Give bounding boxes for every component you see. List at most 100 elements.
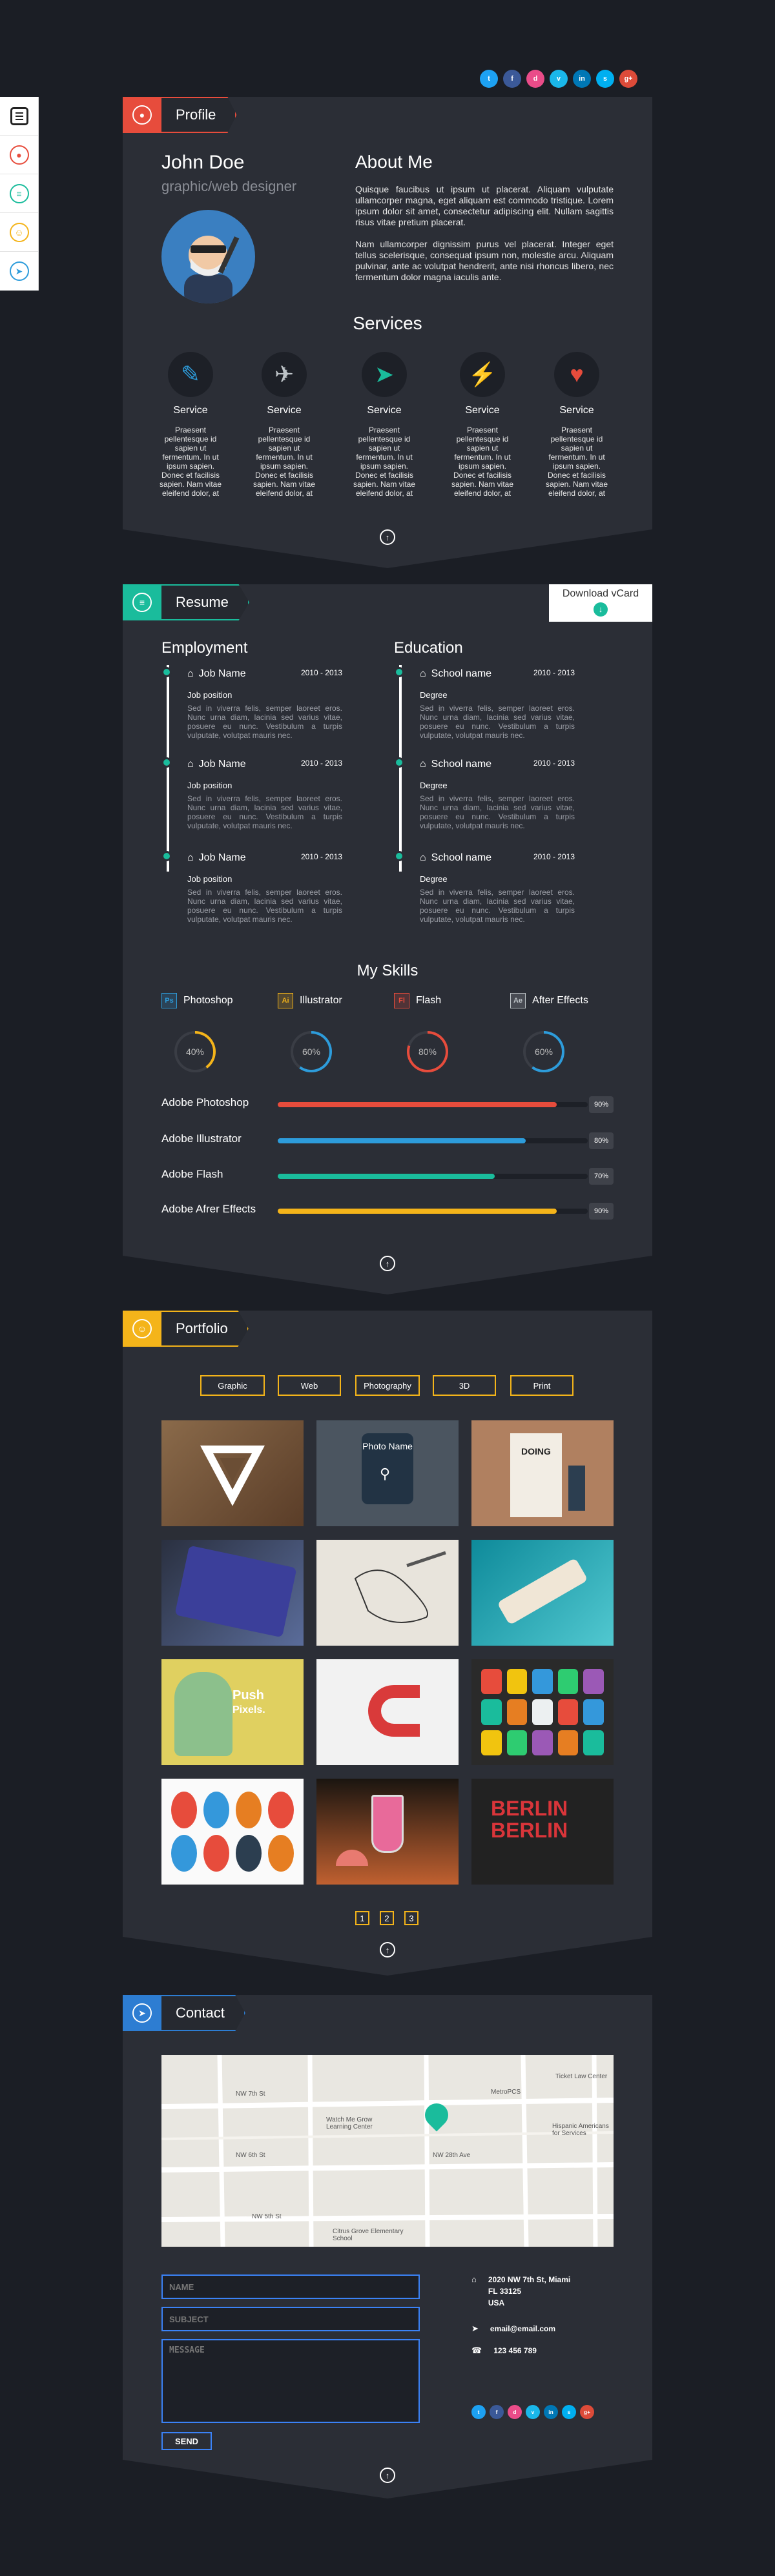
- dribbble-icon[interactable]: d: [508, 2405, 522, 2419]
- skill-ring-inner: 40%: [177, 1034, 213, 1070]
- google-plus-icon[interactable]: g+: [580, 2405, 594, 2419]
- skill-bar: [278, 1138, 588, 1143]
- filter-print[interactable]: Print: [510, 1375, 574, 1396]
- entry-subtitle: Degree: [420, 690, 448, 700]
- entry-head: ⌂ School name 2010 - 2013: [420, 759, 575, 770]
- page-3[interactable]: 3: [404, 1911, 418, 1925]
- skype-icon[interactable]: s: [596, 70, 614, 88]
- service-item: ➤ Service Praesent pellentesque id sapien …: [349, 352, 420, 498]
- brush-icon: ✎: [168, 352, 213, 397]
- twitter-icon[interactable]: t: [471, 2405, 486, 2419]
- heart-icon: ♥: [554, 352, 599, 397]
- contact-email: ➤ email@email.com: [471, 2323, 555, 2335]
- entry-subtitle: Job position: [187, 690, 232, 700]
- entry-years: 2010 - 2013: [533, 852, 575, 861]
- portfolio-item[interactable]: DOING: [471, 1420, 614, 1526]
- phone-text: 123 456 789: [493, 2346, 537, 2355]
- portfolio-item[interactable]: [161, 1779, 304, 1885]
- rocket-icon: ✈: [262, 352, 307, 397]
- portfolio-item-hover[interactable]: Photo Name ⚲: [316, 1420, 459, 1526]
- portfolio-item[interactable]: [471, 1659, 614, 1765]
- twitter-icon[interactable]: t: [480, 70, 498, 88]
- profile-tab: ● Profile: [123, 97, 237, 133]
- download-vcard-button[interactable]: Download vCard ↓: [549, 584, 652, 622]
- home-icon: ⌂: [420, 668, 426, 679]
- entry-years: 2010 - 2013: [300, 668, 342, 677]
- map-label: Ticket Law Center: [555, 2073, 608, 2080]
- linkedin-icon[interactable]: in: [544, 2405, 558, 2419]
- service-desc: Praesent pellentesque id sapien ut ferme…: [353, 425, 416, 498]
- entry-subtitle: Job position: [187, 874, 232, 884]
- about-text-2: Nam ullamcorper dignissim purus vel plac…: [355, 239, 614, 282]
- nav-contact[interactable]: ➤: [0, 252, 38, 291]
- scroll-up-button[interactable]: ↑: [380, 2468, 395, 2483]
- scroll-up-button[interactable]: ↑: [380, 1256, 395, 1271]
- linkedin-icon[interactable]: in: [573, 70, 591, 88]
- page-2[interactable]: 2: [380, 1911, 394, 1925]
- map-label: Watch Me Grow Learning Center: [326, 2116, 373, 2131]
- push-text: Push: [232, 1688, 264, 1702]
- portfolio-item[interactable]: [316, 1540, 459, 1646]
- entry-head: ⌂ Job Name 2010 - 2013: [187, 668, 342, 680]
- tool-logo-icon: Ai: [278, 993, 293, 1008]
- vimeo-icon[interactable]: v: [526, 2405, 540, 2419]
- portfolio-item[interactable]: BERLIN BERLIN: [471, 1779, 614, 1885]
- page-1[interactable]: 1: [355, 1911, 369, 1925]
- nav-portfolio[interactable]: ☺: [0, 213, 38, 252]
- message-input[interactable]: [161, 2339, 420, 2423]
- google-plus-icon[interactable]: g+: [619, 70, 637, 88]
- portfolio-item[interactable]: Push Pixels.: [161, 1659, 304, 1765]
- facebook-icon[interactable]: f: [490, 2405, 504, 2419]
- portfolio-tab: ☺ Portfolio: [123, 1311, 249, 1347]
- entry-years: 2010 - 2013: [533, 759, 575, 768]
- skill-bar-value: 90%: [589, 1203, 614, 1220]
- scroll-up-button[interactable]: ↑: [380, 1942, 395, 1958]
- entry-years: 2010 - 2013: [300, 759, 342, 768]
- service-desc: Praesent pellentesque id sapien ut ferme…: [451, 425, 514, 498]
- timeline-dot: [394, 667, 404, 677]
- service-desc: Praesent pellentesque id sapien ut ferme…: [159, 425, 222, 498]
- portfolio-item[interactable]: [161, 1540, 304, 1646]
- portfolio-item[interactable]: [471, 1540, 614, 1646]
- contact-address: ⌂ 2020 NW 7th St, Miami FL 33125 USA: [471, 2274, 570, 2309]
- email-text[interactable]: email@email.com: [490, 2323, 555, 2335]
- map[interactable]: NW 7th St NW 6th St NW 5th St Watch Me Grow…: [161, 2055, 614, 2247]
- portfolio-item[interactable]: [316, 1779, 459, 1885]
- entry-desc: Sed in viverra felis, semper laoreet ero…: [187, 888, 342, 924]
- send-button[interactable]: SEND: [161, 2432, 212, 2450]
- services-title: Services: [353, 313, 422, 333]
- nav-menu[interactable]: [0, 97, 38, 136]
- education-entry: ⌂ School name 2010 - 2013 Degree Sed in vive…: [420, 852, 575, 924]
- entry-head: ⌂ School name 2010 - 2013: [420, 852, 575, 864]
- nav-resume[interactable]: ≡: [0, 174, 38, 213]
- nav-profile[interactable]: ●: [0, 136, 38, 174]
- filter-3d[interactable]: 3D: [433, 1375, 496, 1396]
- entry-subtitle: Job position: [187, 781, 232, 790]
- service-item: ♥ Service Praesent pellentesque id sapien …: [541, 352, 612, 498]
- filter-graphic[interactable]: Graphic: [200, 1375, 265, 1396]
- name-input[interactable]: [161, 2274, 420, 2299]
- timeline-dot: [161, 667, 172, 677]
- vimeo-icon[interactable]: v: [550, 70, 568, 88]
- portfolio-item[interactable]: [316, 1659, 459, 1765]
- entry-title: ⌂ School name: [420, 668, 491, 680]
- skype-icon[interactable]: s: [562, 2405, 576, 2419]
- dribbble-icon[interactable]: d: [526, 70, 544, 88]
- filter-photography[interactable]: Photography: [355, 1375, 420, 1396]
- portfolio-icon: ☺: [132, 1319, 152, 1338]
- entry-desc: Sed in viverra felis, semper laoreet ero…: [420, 888, 575, 924]
- scroll-up-button[interactable]: ↑: [380, 529, 395, 545]
- search-icon[interactable]: ⚲: [380, 1466, 390, 1482]
- entry-desc: Sed in viverra felis, semper laoreet ero…: [420, 704, 575, 740]
- entry-title-text: School name: [431, 852, 492, 863]
- subject-input[interactable]: [161, 2307, 420, 2331]
- facebook-icon[interactable]: f: [503, 70, 521, 88]
- entry-title-text: Job Name: [198, 668, 246, 679]
- home-icon: ⌂: [187, 759, 194, 770]
- portfolio-item[interactable]: [161, 1420, 304, 1526]
- paper-plane-icon: ➤: [362, 352, 407, 397]
- filter-web[interactable]: Web: [278, 1375, 341, 1396]
- portfolio-icon: ☺: [9, 222, 29, 242]
- skill-ring-inner: 80%: [409, 1034, 446, 1070]
- timeline-dot: [161, 851, 172, 861]
